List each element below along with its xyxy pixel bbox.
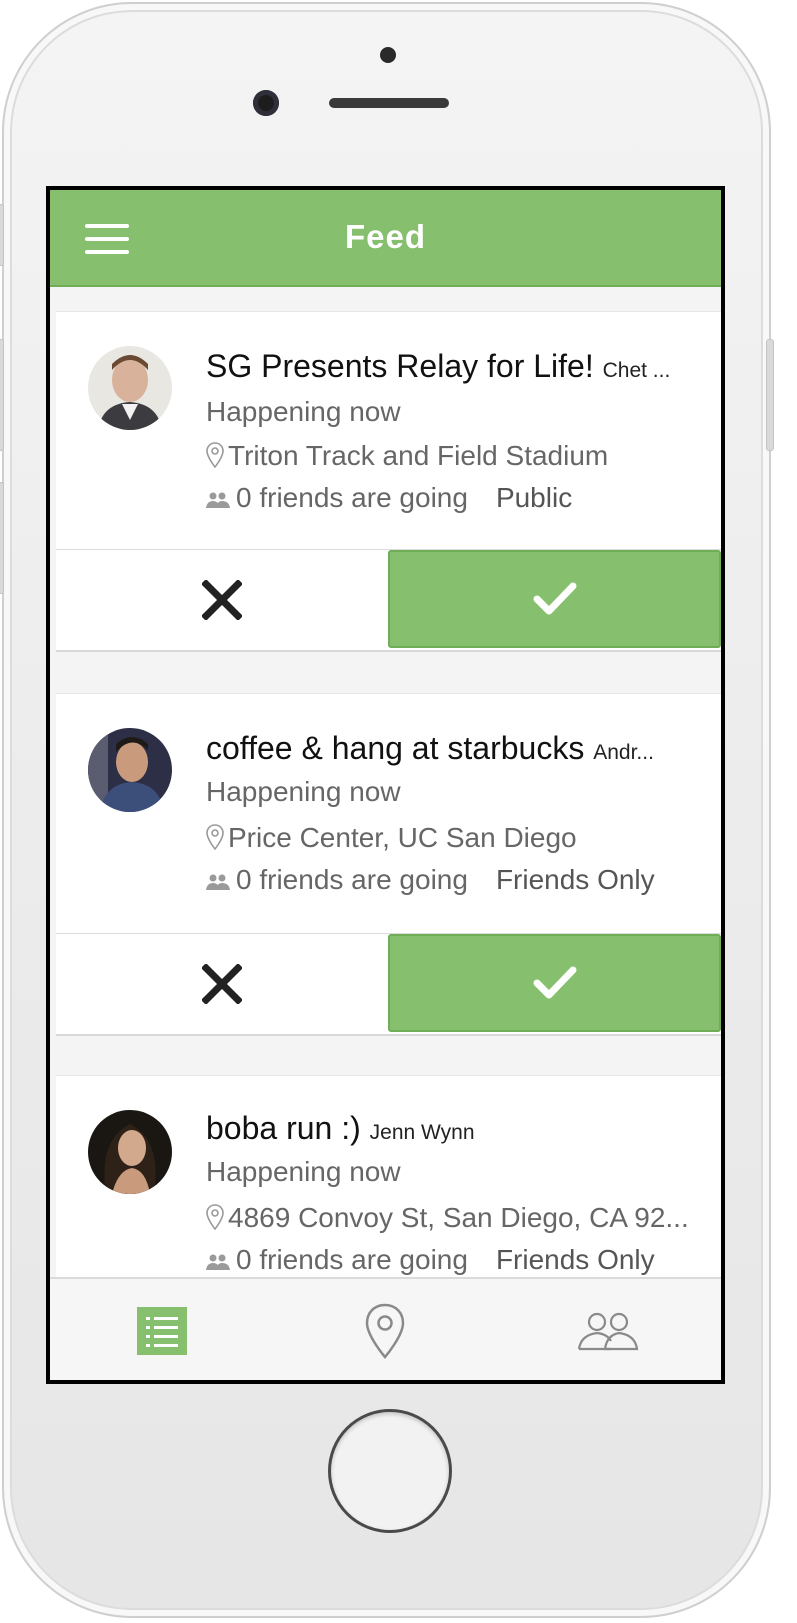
- event-location: 4869 Convoy St, San Diego, CA 92...: [206, 1202, 689, 1234]
- friends-going-text: 0 friends are going: [236, 864, 468, 895]
- location-pin-icon: [206, 1204, 224, 1230]
- app-screen: Feed SG Presents Relay for Life! Chet ..…: [46, 186, 725, 1384]
- close-icon: [201, 580, 242, 620]
- avatar: [88, 1110, 172, 1194]
- event-time: Happening now: [206, 396, 401, 427]
- front-camera: [253, 90, 279, 116]
- event-card[interactable]: coffee & hang at starbucks Andr... Happe…: [56, 693, 721, 934]
- event-name: boba run :): [206, 1110, 361, 1146]
- earpiece-speaker: [329, 98, 449, 108]
- tab-feed[interactable]: [50, 1279, 273, 1380]
- location-text: Price Center, UC San Diego: [228, 822, 577, 853]
- friends-icon: [577, 1312, 638, 1350]
- event-host: Jenn Wynn: [369, 1121, 475, 1144]
- volume-down-button: [0, 482, 4, 594]
- mute-switch: [0, 204, 4, 266]
- decline-button[interactable]: [56, 550, 387, 650]
- tab-map[interactable]: [273, 1279, 496, 1380]
- event-name: SG Presents Relay for Life!: [206, 348, 594, 384]
- accept-button[interactable]: [388, 550, 721, 648]
- event-attendance: 0 friends are going Friends Only: [206, 864, 655, 896]
- people-icon: [206, 874, 230, 890]
- location-text: 4869 Convoy St, San Diego, CA 92...: [228, 1202, 689, 1233]
- friends-going-text: 0 friends are going: [236, 1244, 468, 1275]
- page-title: Feed: [344, 218, 427, 255]
- event-time: Happening now: [206, 1156, 401, 1187]
- proximity-sensor: [380, 47, 396, 63]
- people-icon: [206, 492, 230, 508]
- location-pin-icon: [206, 442, 224, 468]
- event-actions: [56, 933, 721, 1036]
- location-text: Triton Track and Field Stadium: [228, 440, 609, 471]
- bottom-tab-bar: [50, 1277, 721, 1380]
- tab-friends[interactable]: [496, 1279, 719, 1380]
- event-card[interactable]: SG Presents Relay for Life! Chet ... Hap…: [56, 311, 721, 550]
- event-location: Triton Track and Field Stadium: [206, 440, 608, 472]
- location-pin-icon: [206, 824, 224, 850]
- power-button: [766, 339, 774, 451]
- checkmark-icon: [533, 582, 576, 615]
- event-title: boba run :) Jenn Wynn: [206, 1110, 686, 1147]
- avatar: [88, 728, 172, 812]
- list-icon: [136, 1306, 187, 1355]
- home-button[interactable]: [328, 1409, 452, 1533]
- event-name: coffee & hang at starbucks: [206, 730, 585, 766]
- top-app-bar: Feed: [50, 190, 721, 287]
- event-card[interactable]: boba run :) Jenn Wynn Happening now 4869…: [56, 1075, 721, 1277]
- visibility-label: Public: [495, 482, 573, 513]
- event-time: Happening now: [206, 776, 401, 807]
- map-pin-icon: [365, 1303, 404, 1359]
- event-title: SG Presents Relay for Life! Chet ...: [206, 348, 686, 385]
- friends-going-text: 0 friends are going: [236, 482, 468, 513]
- event-title: coffee & hang at starbucks Andr...: [206, 730, 686, 767]
- accept-button[interactable]: [388, 934, 721, 1032]
- event-host: Chet ...: [602, 359, 671, 382]
- event-host: Andr...: [593, 741, 654, 764]
- event-location: Price Center, UC San Diego: [206, 822, 577, 854]
- people-icon: [206, 1254, 230, 1270]
- visibility-label: Friends Only: [495, 1244, 655, 1275]
- event-actions: [56, 549, 721, 652]
- volume-up-button: [0, 339, 4, 451]
- event-attendance: 0 friends are going Friends Only: [206, 1244, 655, 1276]
- avatar: [88, 346, 172, 430]
- event-attendance: 0 friends are going Public: [206, 482, 572, 514]
- checkmark-icon: [533, 966, 576, 999]
- visibility-label: Friends Only: [495, 864, 655, 895]
- event-feed[interactable]: SG Presents Relay for Life! Chet ... Hap…: [50, 287, 721, 1277]
- decline-button[interactable]: [56, 934, 387, 1034]
- close-icon: [201, 964, 242, 1004]
